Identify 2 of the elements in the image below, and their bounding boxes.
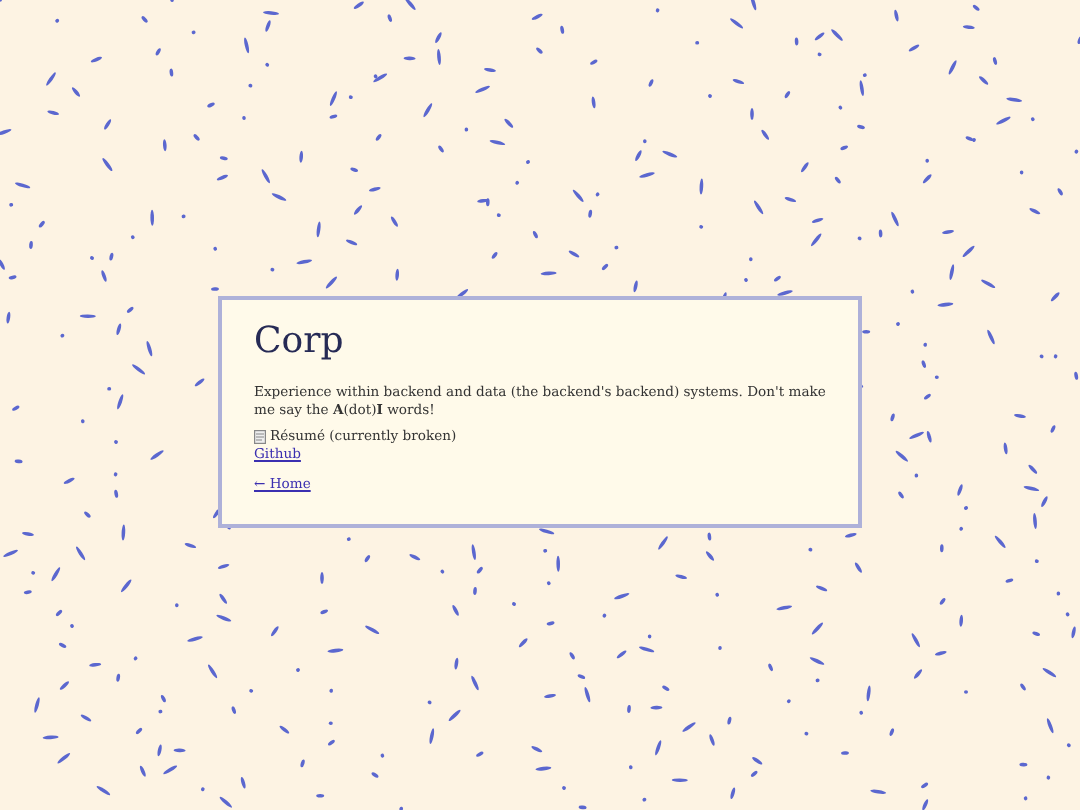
broken-image-icon [254,429,266,444]
page-title: Corp [254,320,344,364]
